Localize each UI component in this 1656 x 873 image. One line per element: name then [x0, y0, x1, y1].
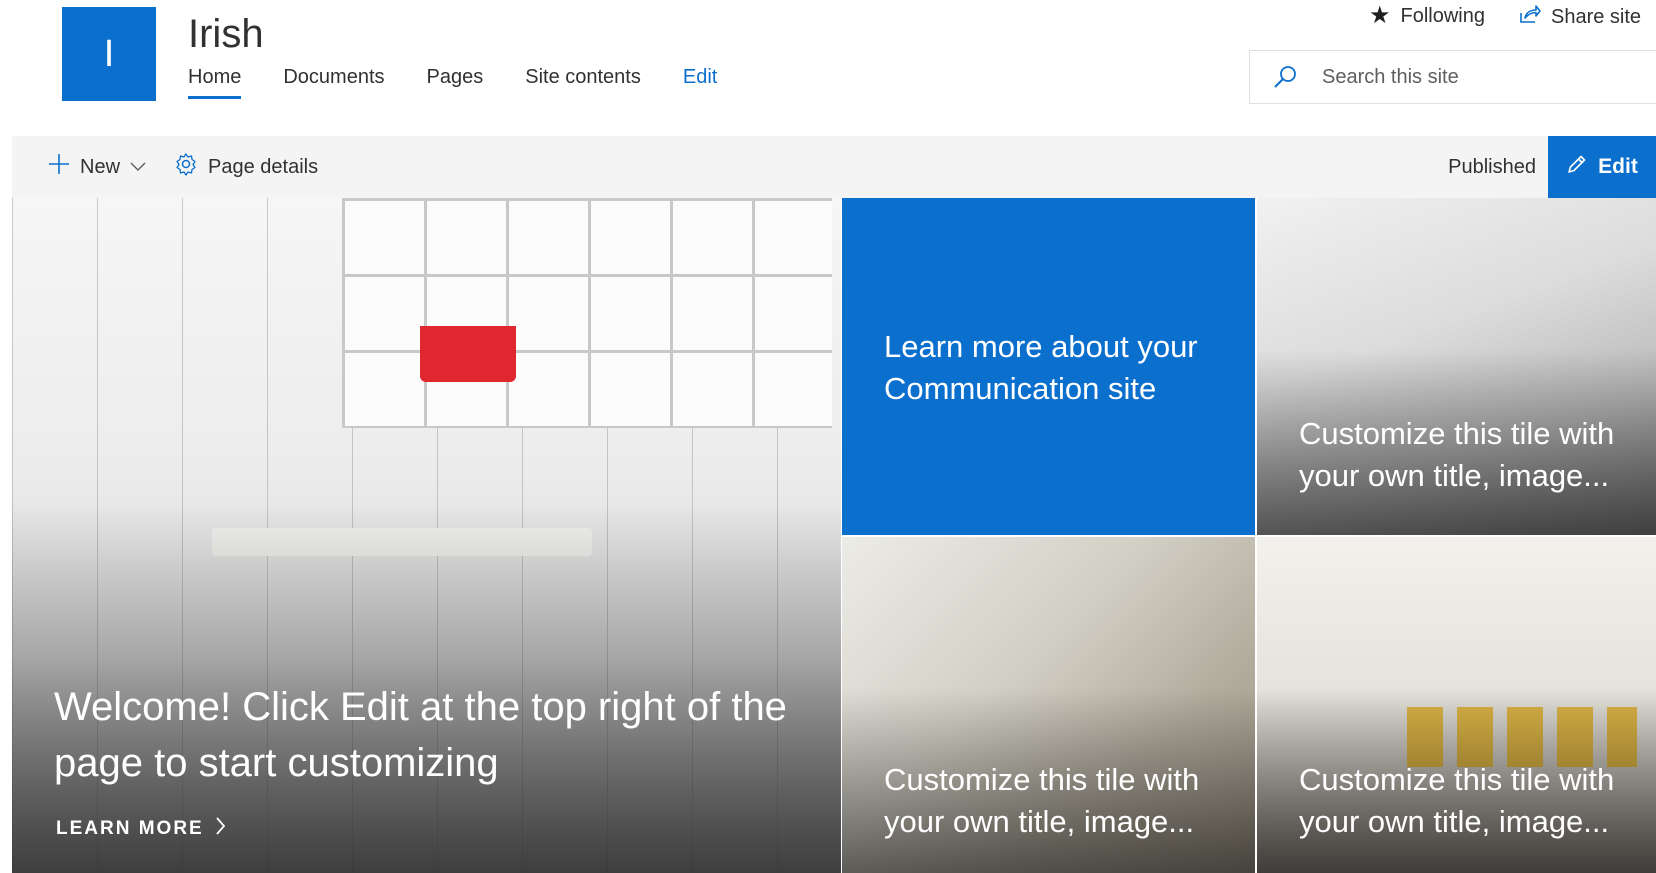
plus-icon	[48, 153, 70, 181]
site-header: I Irish Home Documents Pages Site conten…	[0, 0, 1656, 130]
share-site-button[interactable]: Share site	[1519, 4, 1641, 30]
site-logo-letter: I	[103, 32, 115, 75]
pencil-icon	[1566, 153, 1588, 181]
site-logo[interactable]: I	[62, 7, 156, 101]
search-box[interactable]	[1249, 50, 1656, 104]
hero-tile-bottom-middle[interactable]: Customize this tile with your own title,…	[842, 537, 1255, 873]
share-icon	[1519, 4, 1541, 30]
hero-main-title: Welcome! Click Edit at the top right of …	[54, 685, 787, 785]
following-button[interactable]: ★ Following	[1369, 4, 1485, 28]
edit-button-label: Edit	[1598, 155, 1638, 178]
site-title[interactable]: Irish	[188, 12, 264, 57]
nav-documents[interactable]: Documents	[283, 66, 384, 99]
share-site-label: Share site	[1551, 5, 1642, 28]
page-details-label: Page details	[208, 155, 319, 178]
gear-icon	[174, 152, 198, 182]
search-input[interactable]	[1320, 64, 1620, 90]
edit-button[interactable]: Edit	[1548, 136, 1656, 198]
hero-tile-text: Customize this tile with your own title,…	[1299, 416, 1615, 493]
hero-tile-top-right[interactable]: Customize this tile with your own title,…	[1257, 198, 1656, 535]
hero-main-tile[interactable]: Welcome! Click Edit at the top right of …	[12, 198, 841, 873]
chevron-down-icon	[130, 159, 146, 175]
site-navigation: Home Documents Pages Site contents Edit	[188, 66, 717, 99]
new-button[interactable]: New	[48, 153, 146, 181]
publish-status: Published	[1448, 155, 1536, 178]
command-bar: New Page details Published Edit	[12, 136, 1656, 198]
search-icon	[1250, 64, 1320, 90]
nav-pages[interactable]: Pages	[427, 66, 484, 99]
hero-section: Welcome! Click Edit at the top right of …	[12, 198, 1656, 873]
nav-edit-link[interactable]: Edit	[683, 66, 717, 99]
learn-more-link[interactable]: LEARN MORE	[56, 817, 226, 841]
nav-site-contents[interactable]: Site contents	[525, 66, 641, 99]
chevron-right-icon	[216, 817, 226, 841]
hero-tile-bottom-right[interactable]: Customize this tile with your own title,…	[1257, 537, 1656, 873]
hero-tile-text: Customize this tile with your own title,…	[884, 762, 1200, 839]
new-label: New	[80, 155, 121, 178]
learn-more-label: LEARN MORE	[56, 818, 204, 839]
following-label: Following	[1400, 4, 1485, 27]
page-details-button[interactable]: Page details	[174, 152, 318, 182]
nav-home[interactable]: Home	[188, 66, 242, 99]
hero-tile-text: Learn more about your Communication site	[884, 329, 1198, 406]
star-icon: ★	[1369, 2, 1391, 29]
hero-tile-text: Customize this tile with your own title,…	[1299, 762, 1615, 839]
hero-tile-communication[interactable]: Learn more about your Communication site	[842, 198, 1255, 535]
